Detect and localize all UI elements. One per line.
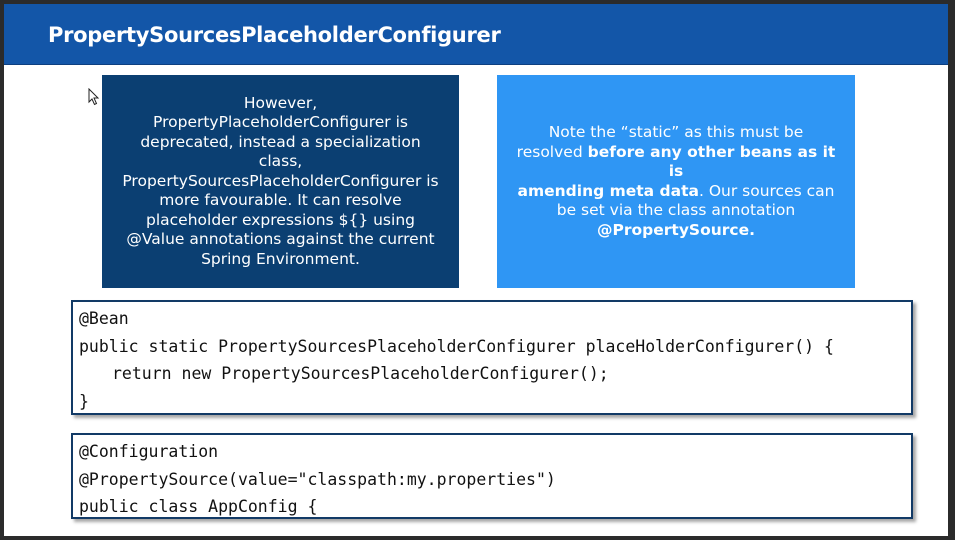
static-note-text: Note the “static” as this must be resolv…: [507, 123, 845, 240]
note-line: However,: [243, 93, 318, 112]
note-text: resolved: [516, 142, 588, 161]
code-line: }: [79, 391, 89, 411]
bean-code-block: @Bean public static PropertySourcesPlaceh…: [71, 300, 913, 415]
note-line: deprecated, instead a specialization: [140, 132, 421, 151]
note-line: Spring Environment.: [201, 249, 360, 268]
mouse-pointer-icon: [88, 87, 100, 110]
code-line: @Configuration: [79, 442, 219, 461]
note-text: . Our sources can: [698, 181, 835, 200]
note-line: be set via the class annotation: [556, 201, 796, 219]
slide: PropertySourcesPlaceholderConfigurer How…: [4, 4, 948, 536]
note-emphasis: before any other beans as it is: [587, 142, 836, 181]
code-line: @PropertySource(value="classpath:my.prop…: [79, 469, 556, 489]
note-line: placeholder expressions ${} using: [146, 210, 415, 229]
code-line: public class AppConfig {: [79, 497, 318, 516]
code-line: public static PropertySourcesPlaceholder…: [79, 336, 834, 356]
note-line: Note the “static” as this must be: [548, 123, 804, 141]
code-line: return new PropertySourcesPlaceholderCon…: [112, 364, 609, 383]
static-note-box: Note the “static” as this must be resolv…: [497, 75, 855, 288]
slide-title: PropertySourcesPlaceholderConfigurer: [48, 23, 501, 47]
note-line: @Value annotations against the current: [126, 230, 435, 249]
note-line: more favourable. It can resolve: [159, 191, 402, 210]
deprecation-note-text: However, PropertyPlaceholderConfigurer i…: [122, 94, 438, 270]
deprecation-note-box: However, PropertyPlaceholderConfigurer i…: [102, 75, 459, 288]
note-emphasis: @PropertySource.: [597, 220, 755, 239]
note-line: class,: [258, 152, 303, 171]
note-emphasis: amending meta data: [517, 181, 699, 200]
configuration-code-block: @Configuration @PropertySource(value="cla…: [71, 433, 913, 519]
title-bar: PropertySourcesPlaceholderConfigurer: [4, 4, 948, 65]
code-line: @Bean: [79, 309, 129, 328]
note-line: PropertyPlaceholderConfigurer is: [153, 113, 408, 132]
note-line: PropertySourcesPlaceholderConfigurer is: [122, 171, 439, 190]
